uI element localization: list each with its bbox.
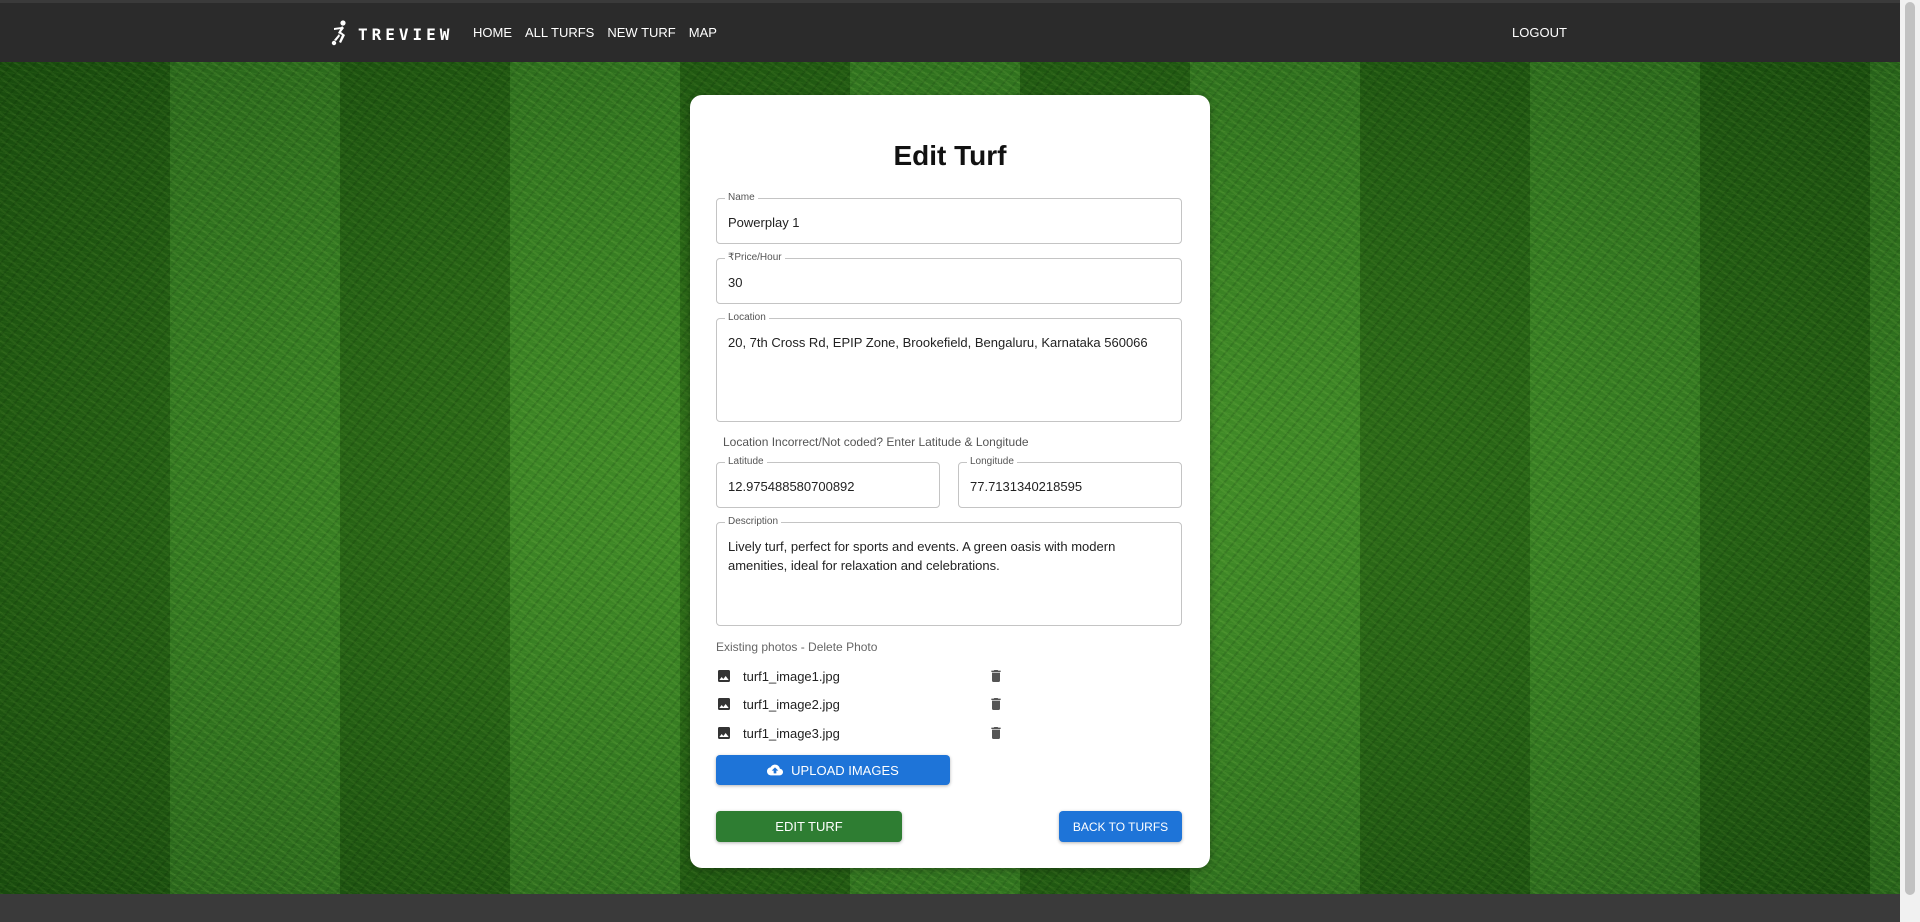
- image-icon: [716, 725, 732, 741]
- location-hint: Location Incorrect/Not coded? Enter Lati…: [723, 435, 1029, 449]
- brand-name: TREVIEW: [358, 24, 454, 44]
- price-value: 30: [728, 275, 743, 290]
- trash-icon[interactable]: [988, 725, 1004, 741]
- nav-new-turf[interactable]: NEW TURF: [607, 25, 675, 40]
- trash-icon[interactable]: [988, 668, 1004, 684]
- description-value: Lively turf, perfect for sports and even…: [728, 539, 1116, 573]
- nav-all-turfs[interactable]: ALL TURFS: [525, 25, 594, 40]
- photo-name: turf1_image3.jpg: [743, 726, 840, 741]
- photo-row: turf1_image3.jpg: [716, 722, 1016, 744]
- image-icon: [716, 696, 732, 712]
- nav-home[interactable]: HOME: [473, 25, 512, 40]
- edit-turf-button[interactable]: EDIT TURF: [716, 811, 902, 842]
- location-label: Location: [725, 312, 769, 323]
- navbar: TREVIEW HOME ALL TURFS NEW TURF MAP LOGO…: [0, 0, 1900, 62]
- player-logo-icon: [330, 20, 352, 48]
- name-value: Powerplay 1: [728, 215, 800, 230]
- name-label: Name: [725, 192, 758, 203]
- description-label: Description: [725, 516, 782, 527]
- upload-images-button[interactable]: UPLOAD IMAGES: [716, 755, 950, 785]
- latitude-field[interactable]: Latitude 12.975488580700892: [716, 456, 940, 508]
- photo-row: turf1_image2.jpg: [716, 693, 1016, 715]
- photo-name: turf1_image2.jpg: [743, 697, 840, 712]
- name-field[interactable]: Name Powerplay 1: [716, 192, 1182, 244]
- edit-turf-card: Edit Turf Name Powerplay 1 ₹Price/Hour 3…: [690, 95, 1210, 868]
- price-field[interactable]: ₹Price/Hour 30: [716, 252, 1182, 304]
- price-label: ₹Price/Hour: [725, 252, 785, 263]
- latitude-value: 12.975488580700892: [728, 479, 855, 494]
- trash-icon[interactable]: [988, 696, 1004, 712]
- scrollbar-thumb[interactable]: [1905, 2, 1915, 895]
- scrollbar[interactable]: [1900, 0, 1920, 922]
- longitude-value: 77.7131340218595: [970, 479, 1083, 494]
- latitude-label: Latitude: [725, 456, 767, 467]
- nav-map[interactable]: MAP: [689, 25, 717, 40]
- location-field[interactable]: Location 20, 7th Cross Rd, EPIP Zone, Br…: [716, 312, 1182, 422]
- footer: [0, 894, 1900, 922]
- nav-links: HOME ALL TURFS NEW TURF MAP: [473, 25, 730, 40]
- location-value: 20, 7th Cross Rd, EPIP Zone, Brookefield…: [728, 335, 1148, 350]
- photo-row: turf1_image1.jpg: [716, 665, 1016, 687]
- longitude-label: Longitude: [967, 456, 1017, 467]
- cloud-upload-icon: [767, 764, 784, 776]
- photo-name: turf1_image1.jpg: [743, 669, 840, 684]
- upload-label: UPLOAD IMAGES: [791, 762, 899, 778]
- longitude-field[interactable]: Longitude 77.7131340218595: [958, 456, 1182, 508]
- description-field[interactable]: Description Lively turf, perfect for spo…: [716, 516, 1182, 626]
- page-title: Edit Turf: [893, 140, 1007, 171]
- logout-link[interactable]: LOGOUT: [1512, 25, 1567, 40]
- existing-photos-label: Existing photos - Delete Photo: [716, 640, 878, 654]
- image-icon: [716, 668, 732, 684]
- brand[interactable]: TREVIEW: [330, 20, 453, 48]
- back-to-turfs-button[interactable]: BACK TO TURFS: [1059, 811, 1182, 842]
